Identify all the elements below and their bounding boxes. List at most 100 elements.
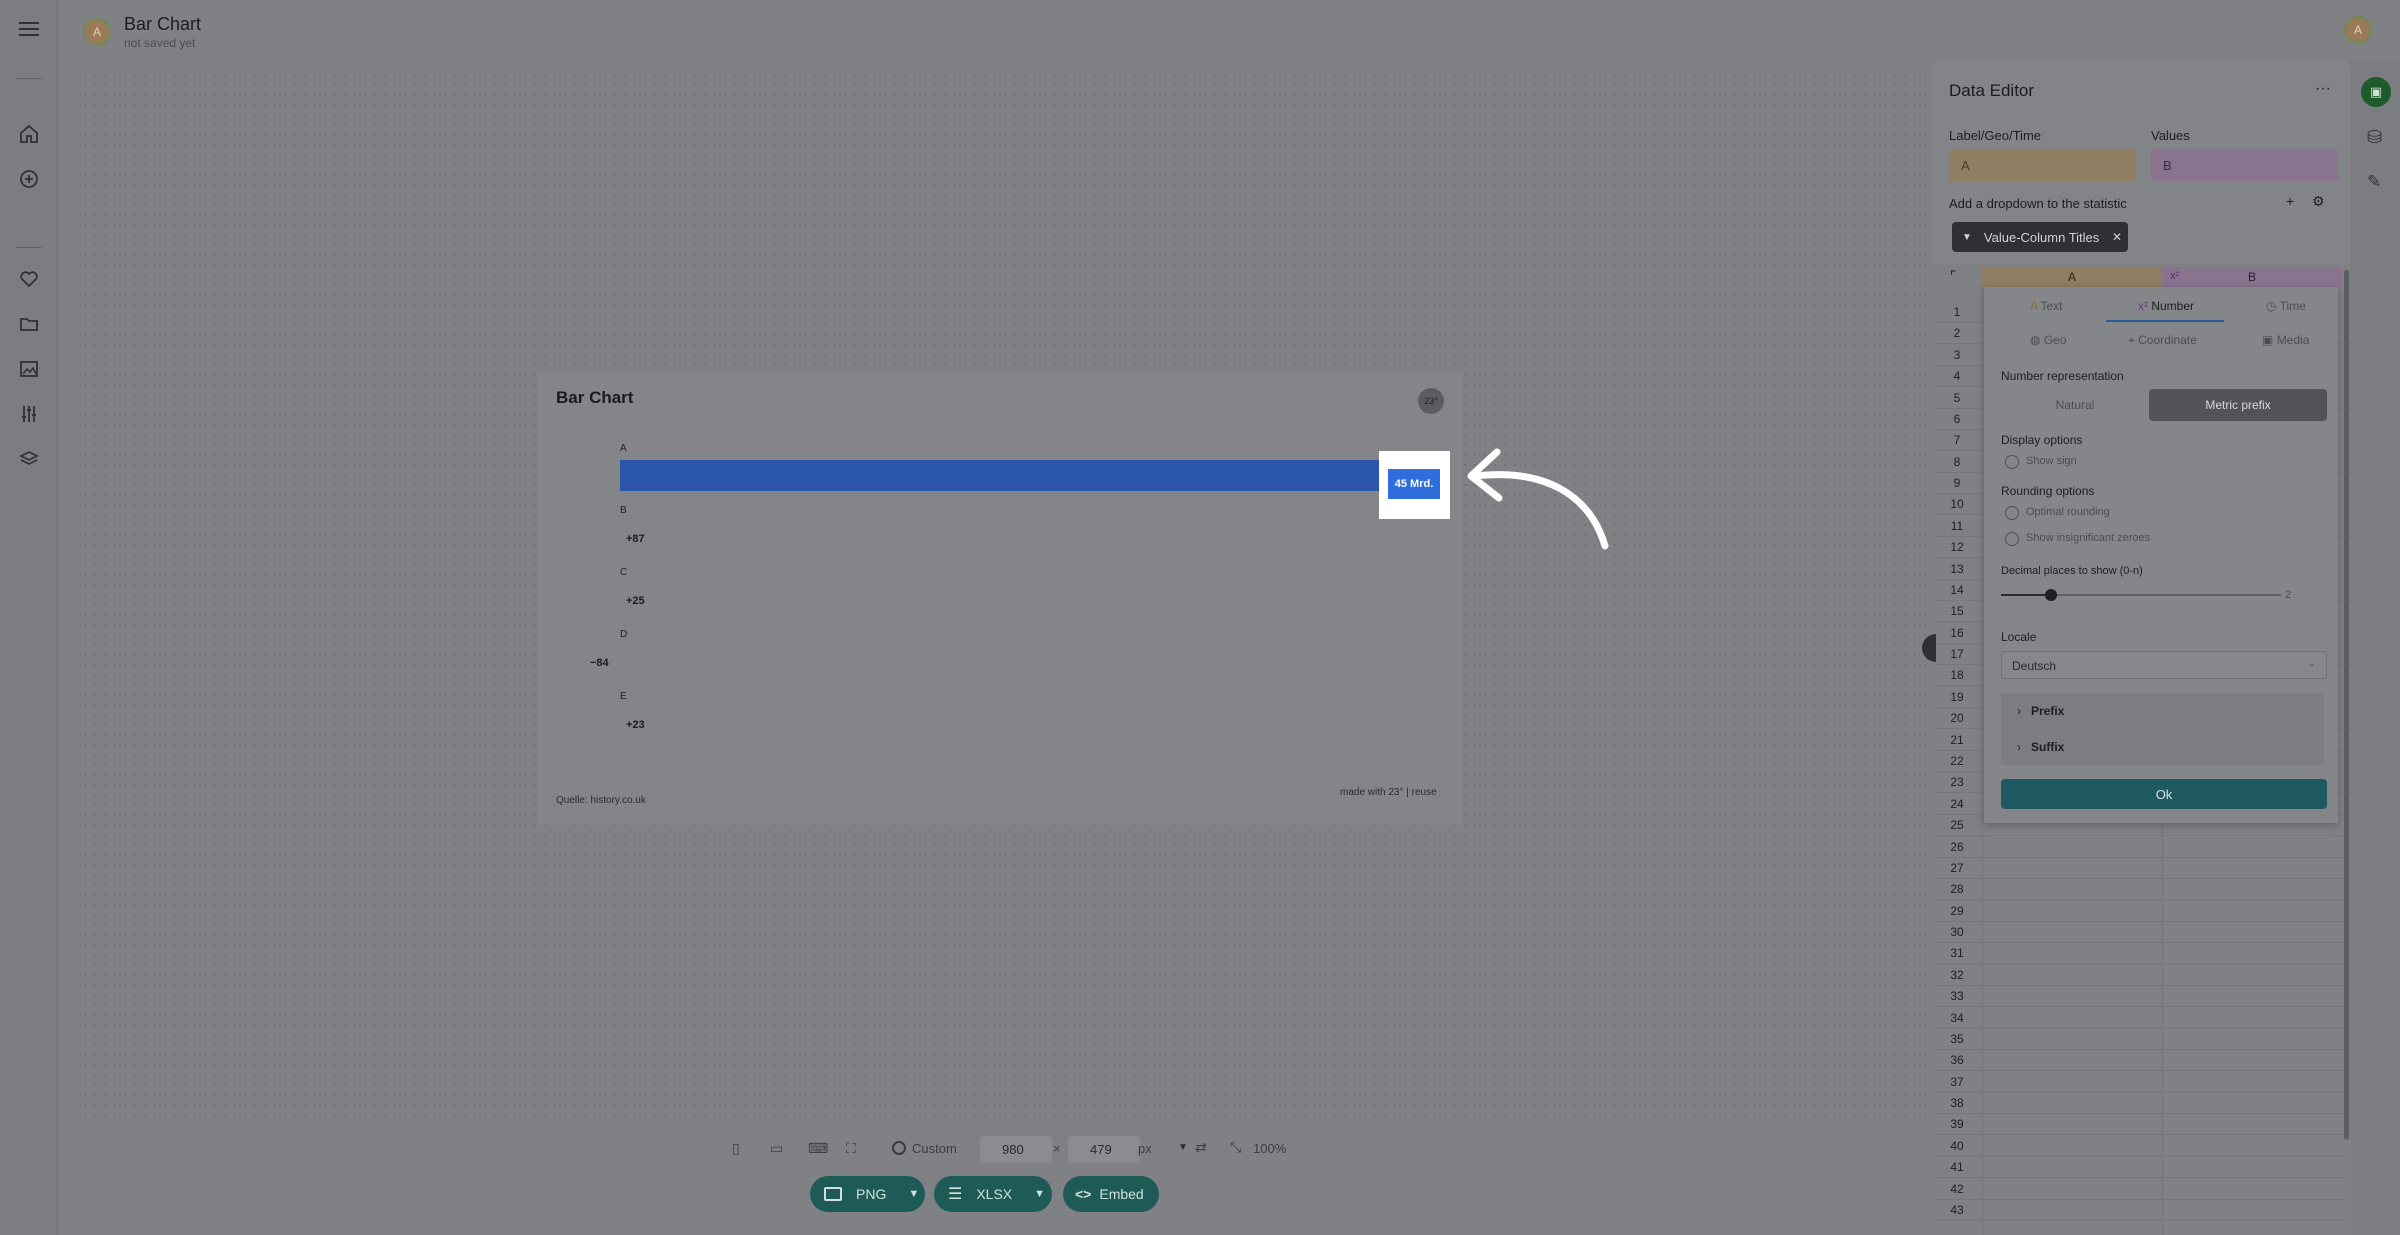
row-number[interactable]: 13 — [1939, 562, 1975, 576]
save-icon[interactable]: ▣ — [2361, 77, 2391, 107]
layers-icon[interactable] — [18, 448, 40, 470]
row-number[interactable]: 36 — [1939, 1053, 1975, 1067]
row-number[interactable]: 4 — [1939, 369, 1975, 383]
row-number[interactable]: 20 — [1939, 711, 1975, 725]
row-number[interactable]: 41 — [1939, 1160, 1975, 1174]
row-number[interactable]: 34 — [1939, 1011, 1975, 1025]
row-number[interactable]: 2 — [1939, 326, 1975, 340]
ok-button[interactable]: Ok — [2001, 779, 2327, 809]
row-number[interactable]: 5 — [1939, 391, 1975, 405]
row-number[interactable]: 18 — [1939, 668, 1975, 682]
row-number[interactable]: 32 — [1939, 968, 1975, 982]
fullscreen-icon[interactable]: ⛶ — [846, 1140, 856, 1157]
height-input[interactable]: 479 — [1068, 1136, 1140, 1162]
tab-media[interactable]: ▣ Media — [2262, 333, 2309, 347]
row-number[interactable]: 17 — [1939, 647, 1975, 661]
made-with-label[interactable]: made with 23° | reuse — [1340, 787, 1437, 798]
row-number[interactable]: 28 — [1939, 882, 1975, 896]
chevron-down-icon[interactable]: ▼ — [908, 1188, 919, 1200]
insignificant-zeroes-checkbox[interactable] — [2005, 532, 2019, 546]
row-number[interactable]: 37 — [1939, 1075, 1975, 1089]
width-input[interactable]: 980 — [980, 1136, 1052, 1162]
row-number[interactable]: 29 — [1939, 904, 1975, 918]
tablet-preview-icon[interactable]: ▭ — [770, 1140, 783, 1157]
add-icon[interactable] — [18, 168, 40, 190]
row-number[interactable]: 40 — [1939, 1139, 1975, 1153]
tab-coordinate[interactable]: ⌖ Coordinate — [2128, 333, 2197, 348]
document-title[interactable]: Bar Chart — [124, 14, 201, 35]
tab-time[interactable]: ◷ Time — [2266, 299, 2306, 313]
more-icon[interactable]: ··· — [2315, 80, 2331, 98]
row-number[interactable]: 31 — [1939, 946, 1975, 960]
row-number[interactable]: 35 — [1939, 1032, 1975, 1046]
image-icon[interactable] — [18, 358, 40, 380]
row-number[interactable]: 12 — [1939, 540, 1975, 554]
row-number[interactable]: 15 — [1939, 604, 1975, 618]
value-column-titles-chip[interactable]: ▼ Value-Column Titles ✕ — [1952, 222, 2128, 252]
sliders-icon[interactable] — [18, 403, 40, 425]
row-number[interactable]: 22 — [1939, 754, 1975, 768]
tab-text[interactable]: A Text — [2030, 299, 2062, 313]
tab-geo[interactable]: ◍ Geo — [2030, 333, 2067, 347]
row-number[interactable]: 27 — [1939, 861, 1975, 875]
row-number[interactable]: 42 — [1939, 1182, 1975, 1196]
gear-icon[interactable]: ⚙ — [2312, 193, 2325, 210]
grid-scrollbar[interactable] — [2344, 270, 2349, 1140]
link-icon[interactable]: ⇄ — [1195, 1139, 1207, 1156]
size-preset[interactable]: Custom — [912, 1141, 957, 1156]
values-column-field[interactable]: B — [2151, 149, 2338, 181]
corner-select-icon[interactable]: ⌜ — [1950, 268, 1957, 285]
column-header-a[interactable]: A — [1982, 267, 2162, 287]
row-number[interactable]: 16 — [1939, 626, 1975, 640]
document-avatar[interactable]: A — [83, 18, 111, 46]
close-icon[interactable]: ✕ — [2112, 230, 2122, 244]
row-number[interactable]: 25 — [1939, 818, 1975, 832]
locale-select[interactable]: Deutsch ⌄ — [2001, 651, 2327, 679]
export-png-button[interactable]: PNG ▼ — [810, 1176, 925, 1212]
row-number[interactable]: 24 — [1939, 797, 1975, 811]
menu-icon[interactable] — [18, 18, 40, 40]
row-number[interactable]: 3 — [1939, 348, 1975, 362]
row-number[interactable]: 14 — [1939, 583, 1975, 597]
database-icon[interactable]: ⛁ — [2367, 127, 2382, 148]
row-number[interactable]: 26 — [1939, 840, 1975, 854]
show-sign-checkbox[interactable] — [2005, 455, 2019, 469]
mobile-preview-icon[interactable]: ▯ — [732, 1140, 740, 1157]
heart-icon[interactable] — [18, 268, 40, 290]
row-number[interactable]: 39 — [1939, 1117, 1975, 1131]
row-number[interactable]: 21 — [1939, 733, 1975, 747]
row-number[interactable]: 10 — [1939, 497, 1975, 511]
row-number[interactable]: 11 — [1939, 519, 1975, 533]
pencil-icon[interactable]: ✎ — [2367, 172, 2381, 192]
tab-number[interactable]: x² Number — [2138, 299, 2194, 313]
row-number[interactable]: 43 — [1939, 1203, 1975, 1217]
row-number[interactable]: 1 — [1939, 305, 1975, 319]
column-header-b[interactable]: B — [2162, 267, 2342, 287]
laptop-preview-icon[interactable]: ⌨ — [808, 1140, 828, 1157]
row-number[interactable]: 6 — [1939, 412, 1975, 426]
optimal-rounding-checkbox[interactable] — [2005, 506, 2019, 520]
folder-icon[interactable] — [18, 313, 40, 335]
row-number[interactable]: 8 — [1939, 455, 1975, 469]
home-icon[interactable] — [18, 123, 40, 145]
zoom-icon[interactable]: ⤡ — [1230, 1139, 1241, 1156]
export-xlsx-button[interactable]: ☰ XLSX ▼ — [934, 1176, 1052, 1212]
metric-prefix-option[interactable]: Metric prefix — [2149, 389, 2327, 421]
row-number[interactable]: 19 — [1939, 690, 1975, 704]
row-number[interactable]: 9 — [1939, 476, 1975, 490]
row-number[interactable]: 38 — [1939, 1096, 1975, 1110]
chevron-down-icon[interactable]: ▼ — [1034, 1188, 1045, 1200]
embed-button[interactable]: <> Embed — [1063, 1176, 1159, 1212]
add-dropdown-button[interactable]: + — [2286, 193, 2294, 209]
suffix-accordion[interactable]: › Suffix — [2001, 729, 2324, 765]
prefix-accordion[interactable]: › Prefix — [2001, 693, 2324, 729]
row-number[interactable]: 23 — [1939, 775, 1975, 789]
unit-select[interactable]: px — [1138, 1141, 1152, 1156]
row-number[interactable]: 33 — [1939, 989, 1975, 1003]
user-avatar[interactable]: A — [2344, 16, 2372, 44]
natural-option[interactable]: Natural — [2001, 389, 2149, 421]
chevron-down-icon[interactable]: ▼ — [1178, 1142, 1188, 1153]
row-number[interactable]: 7 — [1939, 433, 1975, 447]
row-number[interactable]: 30 — [1939, 925, 1975, 939]
label-column-field[interactable]: A — [1949, 149, 2136, 181]
